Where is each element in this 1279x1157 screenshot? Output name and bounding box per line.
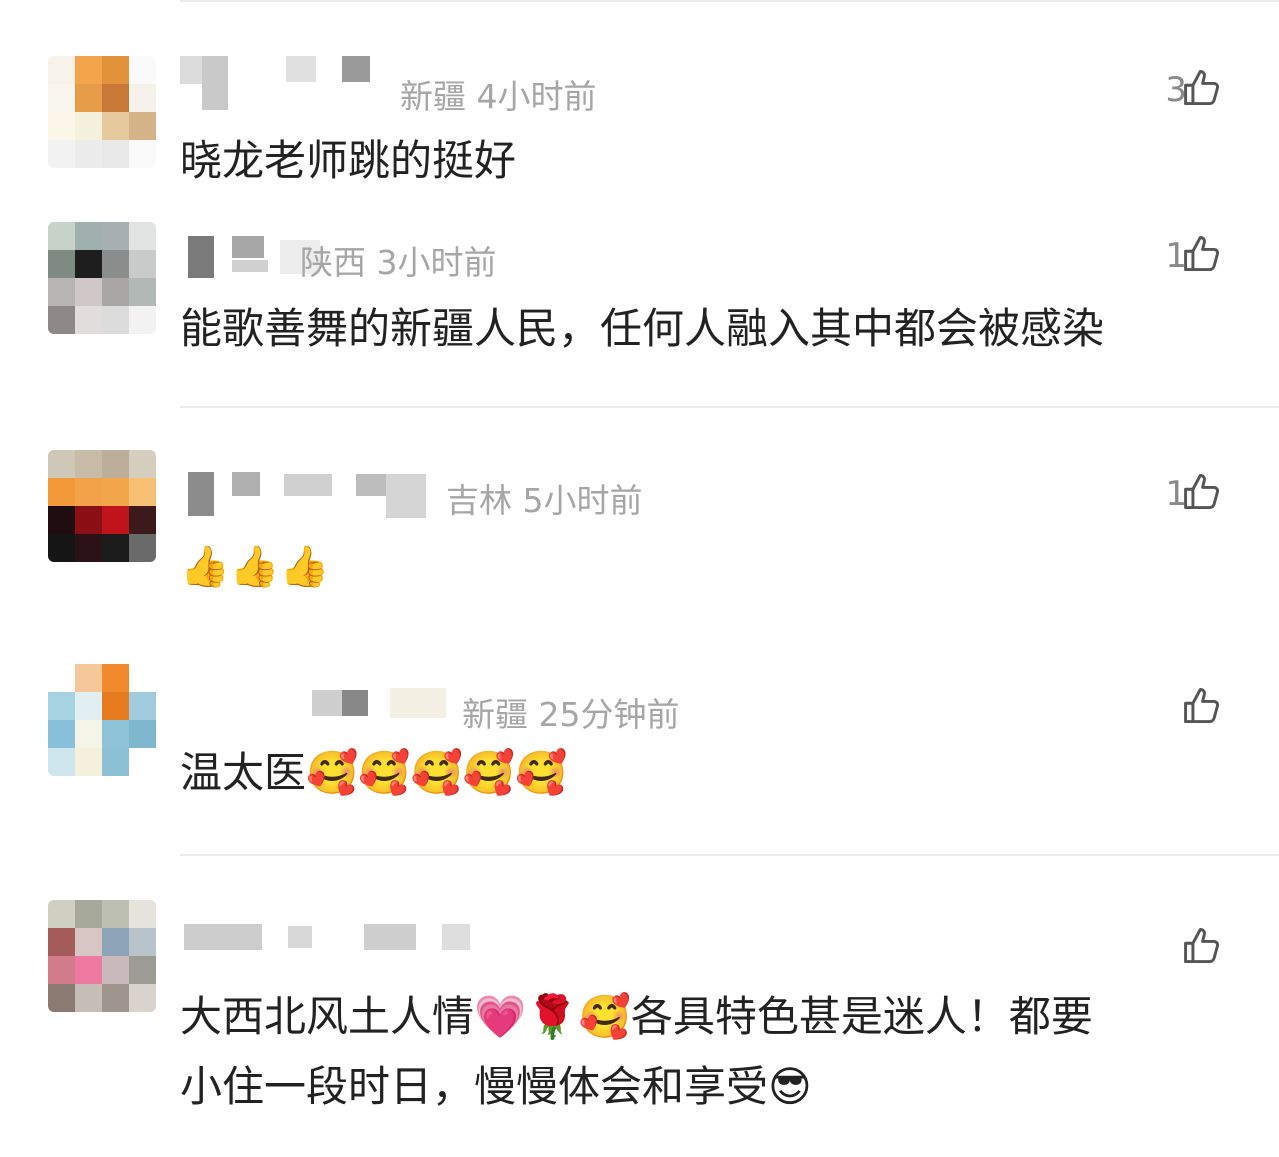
comment-text: 👍👍👍 (180, 544, 330, 590)
username-blurred[interactable] (180, 460, 460, 518)
comment-location: 新疆 (400, 77, 466, 116)
comment-text-line1: 大西北风土人情💗🌹🥰各具特色甚是迷人！都要 (180, 992, 1093, 1041)
thumbs-up-icon[interactable] (1181, 924, 1225, 968)
comment-text: 能歌善舞的新疆人民，任何人融入其中都会被感染 (180, 304, 1105, 353)
avatar[interactable] (48, 664, 156, 776)
comment-time: 5小时前 (522, 481, 643, 520)
username-blurred[interactable] (180, 910, 480, 966)
comment-location: 新疆 (462, 695, 528, 734)
avatar[interactable] (48, 56, 156, 168)
thumbs-up-icon[interactable] (1181, 470, 1225, 514)
comment-meta: 新疆 4小时前 (400, 70, 597, 118)
comment-time: 25分钟前 (538, 695, 680, 734)
comment-meta: 新疆 25分钟前 (462, 688, 680, 736)
thumbs-up-icon[interactable] (1181, 232, 1225, 276)
comment-time: 4小时前 (476, 77, 597, 116)
avatar[interactable] (48, 450, 156, 562)
comment-location: 陕西 (300, 243, 366, 282)
username-blurred[interactable] (180, 56, 400, 112)
comment-meta: 陕西 3小时前 (300, 236, 497, 284)
divider (180, 406, 1279, 408)
comment-location: 吉林 (446, 481, 512, 520)
thumbs-up-icon[interactable] (1181, 684, 1225, 728)
avatar[interactable] (48, 222, 156, 334)
thumbs-up-icon[interactable] (1181, 66, 1225, 110)
comment-text-line2: 小住一段时日，慢慢体会和享受😎 (180, 1062, 812, 1111)
comment-time: 3小时前 (376, 243, 497, 282)
comment-text: 温太医🥰🥰🥰🥰🥰 (180, 748, 568, 797)
username-blurred[interactable] (180, 674, 460, 730)
avatar[interactable] (48, 900, 156, 1012)
comment-meta: 吉林 5小时前 (446, 474, 643, 522)
comment-text: 晓龙老师跳的挺好 (180, 136, 517, 185)
divider-top (180, 0, 1279, 2)
divider (180, 854, 1279, 856)
